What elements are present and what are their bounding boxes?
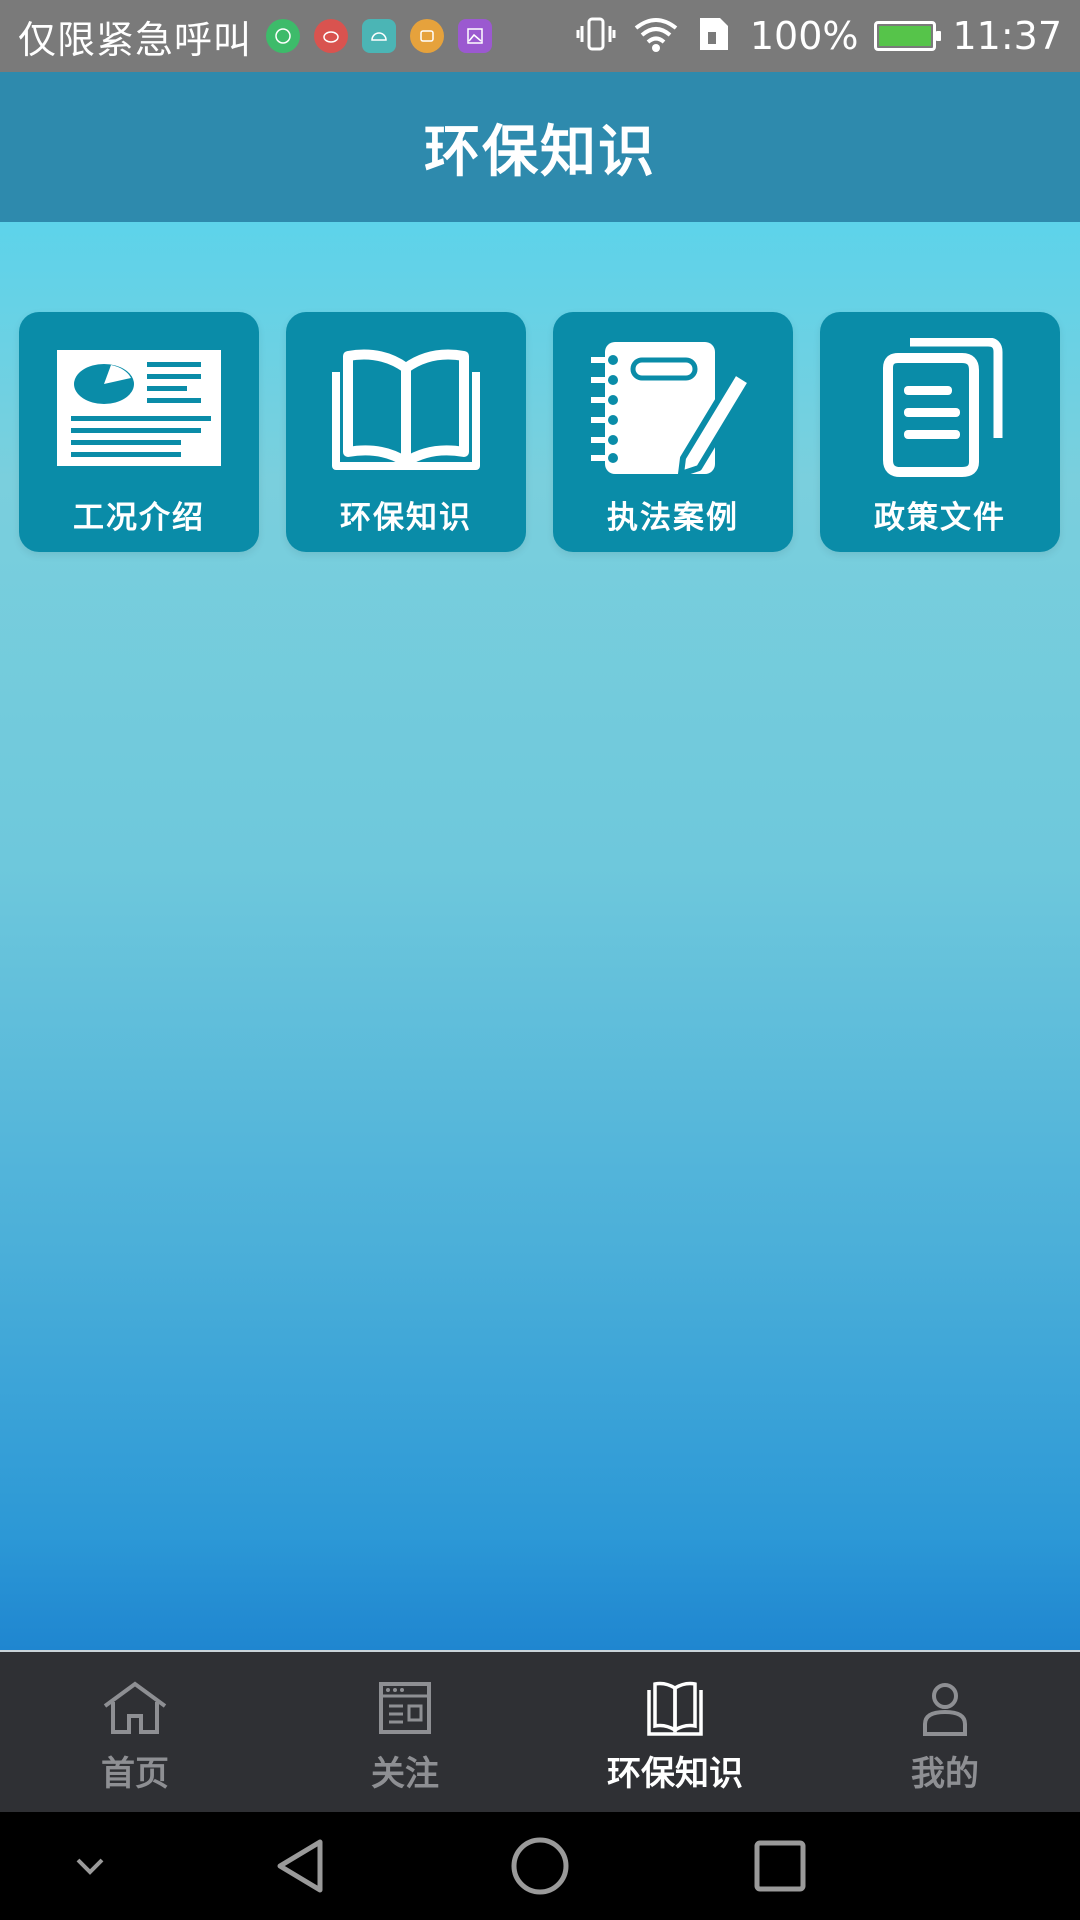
vibrate-icon (576, 14, 616, 58)
app-header: 环保知识 (0, 72, 1080, 222)
nav-item-follow[interactable]: 关注 (270, 1652, 540, 1812)
nav-item-mine[interactable]: 我的 (810, 1652, 1080, 1812)
tile-label: 工况介绍 (73, 500, 205, 536)
gallery-icon (458, 19, 493, 53)
wechat-icon (266, 19, 301, 53)
book-icon (639, 1678, 711, 1738)
tile-condition-intro[interactable]: 工况介绍 (19, 312, 259, 552)
tile-label: 执法案例 (607, 500, 739, 536)
app-screen: 仅限紧急呼叫 100% 11:37 环保知识 工况介绍 环保知识 执法案例 政策… (0, 0, 1080, 1920)
recents-icon[interactable] (730, 1812, 830, 1920)
tile-label: 环保知识 (340, 500, 472, 536)
tile-policy-documents[interactable]: 政策文件 (820, 312, 1060, 552)
home-circle-icon[interactable] (490, 1812, 590, 1920)
documents-icon (850, 338, 1030, 478)
battery-fill (879, 26, 932, 46)
collapse-icon[interactable] (50, 1812, 130, 1920)
main-content: 工况介绍 环保知识 执法案例 政策文件 (0, 222, 1080, 1650)
page-title: 环保知识 (424, 119, 656, 185)
sim-icon (696, 14, 734, 58)
news-icon (369, 1678, 441, 1738)
clock: 11:37 (952, 14, 1062, 58)
tile-grid: 工况介绍 环保知识 执法案例 政策文件 (19, 312, 1060, 552)
back-icon[interactable] (250, 1812, 350, 1920)
tile-env-knowledge[interactable]: 环保知识 (286, 312, 526, 552)
nav-label: 关注 (371, 1754, 439, 1794)
battery-charging-icon (874, 21, 942, 51)
app-icon (410, 19, 445, 53)
status-left: 仅限紧急呼叫 (18, 9, 493, 64)
chart-document-icon (49, 338, 229, 478)
user-icon (909, 1678, 981, 1738)
open-book-icon (316, 338, 496, 478)
nav-item-home[interactable]: 首页 (0, 1652, 270, 1812)
home-icon (99, 1678, 171, 1738)
nav-item-env-knowledge[interactable]: 环保知识 (540, 1652, 810, 1812)
system-nav-bar (0, 1812, 1080, 1920)
nav-label: 首页 (101, 1754, 169, 1794)
status-right: 100% 11:37 (576, 14, 1062, 58)
tile-enforcement-cases[interactable]: 执法案例 (553, 312, 793, 552)
tile-label: 政策文件 (874, 500, 1006, 536)
notebook-pen-icon (583, 338, 763, 478)
weibo-icon (314, 19, 349, 53)
battery-percent: 100% (749, 14, 859, 58)
nav-label: 我的 (911, 1754, 979, 1794)
nav-label: 环保知识 (607, 1754, 743, 1794)
android-icon (362, 19, 397, 53)
wifi-icon (632, 14, 680, 58)
status-bar: 仅限紧急呼叫 100% 11:37 (0, 0, 1080, 72)
bottom-nav: 首页 关注 环保知识 我的 (0, 1650, 1080, 1812)
carrier-text: 仅限紧急呼叫 (18, 17, 253, 62)
